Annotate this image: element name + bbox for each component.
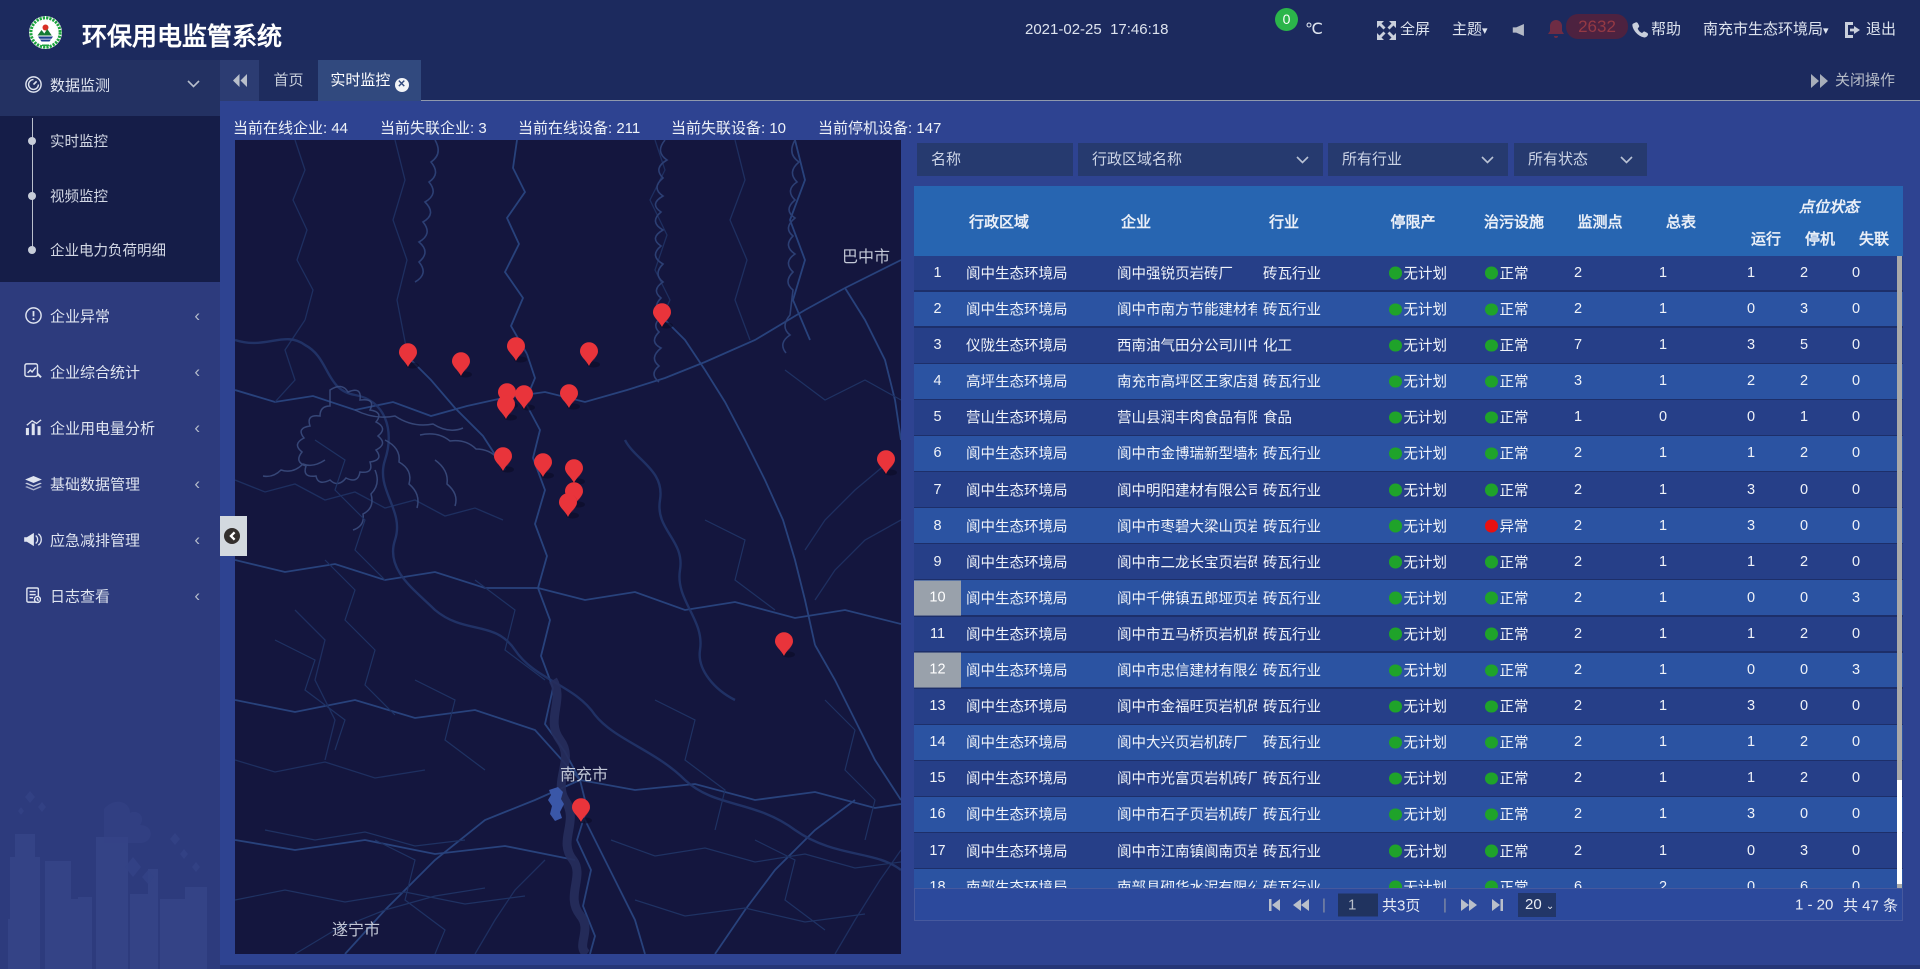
svg-text:遂宁市: 遂宁市 — [332, 921, 380, 939]
svg-text:巴中市: 巴中市 — [842, 248, 890, 266]
svg-text:南充市: 南充市 — [560, 766, 608, 784]
